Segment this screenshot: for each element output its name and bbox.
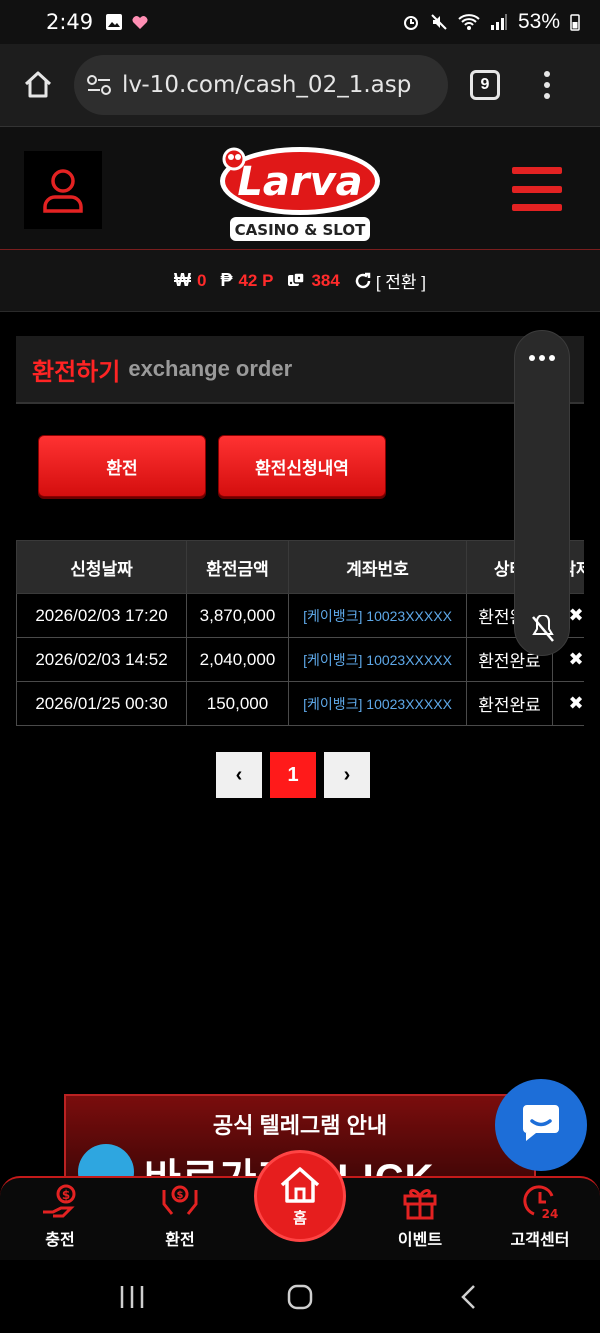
home-icon xyxy=(24,71,52,98)
col-header-amount: 환전금액 xyxy=(186,540,289,594)
mute-icon xyxy=(431,14,447,30)
battery-level: 53% xyxy=(517,10,560,33)
pagination: ‹ 1 › xyxy=(216,752,370,798)
status-bar: 2:49 53% xyxy=(0,0,600,44)
convert-button[interactable]: [ 전환 ] xyxy=(354,268,426,293)
next-page-button[interactable]: › xyxy=(324,752,370,798)
page-number-button[interactable]: 1 xyxy=(270,752,316,798)
delete-icon[interactable]: ✖ xyxy=(552,681,584,726)
nav-support[interactable]: 24 고객센터 xyxy=(490,1182,590,1250)
svg-text:$: $ xyxy=(62,1188,70,1202)
dice-icon xyxy=(288,271,306,286)
page-title-english: exchange order xyxy=(128,356,293,381)
alarm-icon xyxy=(403,16,418,30)
cell-date: 2026/01/25 00:30 xyxy=(16,681,187,726)
balance-bar: ₩ 0 ₱ 42 P 384 [ 전환 ] xyxy=(0,250,600,312)
logo-text: Larva xyxy=(237,159,362,205)
refresh-icon xyxy=(355,272,371,288)
cell-account: [케이뱅크] 10023XXXXX xyxy=(288,681,467,726)
deposit-icon: $ xyxy=(43,1184,76,1218)
nav-event[interactable]: 이벤트 xyxy=(370,1182,470,1250)
home-icon xyxy=(280,1166,320,1203)
user-icon xyxy=(43,169,83,213)
cash-balance: ₩ 0 xyxy=(173,270,207,290)
gallery-icon xyxy=(106,14,123,30)
page-title: 환전하기 exchange order xyxy=(16,336,584,404)
battery-icon xyxy=(570,14,580,31)
system-navigation-bar xyxy=(0,1260,600,1333)
browser-menu-button[interactable] xyxy=(544,71,550,99)
system-home-icon[interactable] xyxy=(286,1284,314,1310)
recent-apps-icon[interactable] xyxy=(118,1284,146,1310)
col-header-date: 신청날짜 xyxy=(16,540,187,594)
table-row: 2026/02/03 14:52 2,040,000 [케이뱅크] 10023X… xyxy=(16,637,584,682)
user-button[interactable] xyxy=(24,151,102,229)
exchange-history-table: 신청날짜 환전금액 계좌번호 상태 삭제 2026/02/03 17:20 3,… xyxy=(16,540,584,726)
banner-title: 공식 텔레그램 안내 xyxy=(212,1113,388,1138)
browser-home-button[interactable] xyxy=(18,65,58,105)
logo-subtext: CASINO & SLOT xyxy=(235,221,366,239)
support-24h-icon: 24 xyxy=(523,1185,559,1221)
browser-toolbar: lv-10.com/cash_02_1.asp 9 xyxy=(0,44,600,126)
cell-date: 2026/02/03 14:52 xyxy=(16,637,187,682)
cell-amount: 2,040,000 xyxy=(186,637,289,682)
nav-exchange[interactable]: $ 환전 xyxy=(130,1182,230,1250)
chat-icon xyxy=(523,1105,559,1141)
signal-icon xyxy=(490,14,507,30)
back-icon[interactable] xyxy=(458,1284,480,1310)
overlay-hide-icon[interactable] xyxy=(531,615,555,643)
status-time: 2:49 xyxy=(46,10,94,34)
table-row: 2026/02/03 17:20 3,870,000 [케이뱅크] 10023X… xyxy=(16,593,584,638)
heart-icon xyxy=(132,16,148,29)
cell-account: [케이뱅크] 10023XXXXX xyxy=(288,637,467,682)
wifi-icon xyxy=(458,14,480,30)
site-settings-icon[interactable] xyxy=(86,74,112,96)
cell-status: 환전완료 xyxy=(466,681,553,726)
hamburger-menu-button[interactable] xyxy=(512,167,562,211)
cell-amount: 3,870,000 xyxy=(186,593,289,638)
point-balance: ₱ 42 P xyxy=(220,270,274,290)
table-header-row: 신청날짜 환전금액 계좌번호 상태 삭제 xyxy=(16,540,584,594)
nav-home[interactable]: 홈 xyxy=(254,1150,346,1242)
svg-text:$: $ xyxy=(177,1190,184,1201)
withdraw-icon: $ xyxy=(162,1185,198,1215)
site-header: Larva CASINO & SLOT xyxy=(0,126,600,250)
site-logo[interactable]: Larva CASINO & SLOT xyxy=(212,133,388,245)
floating-overlay-panel[interactable] xyxy=(514,330,570,656)
prev-page-button[interactable]: ‹ xyxy=(216,752,262,798)
gift-icon xyxy=(403,1189,437,1220)
live-chat-button[interactable] xyxy=(495,1079,587,1171)
address-bar[interactable]: lv-10.com/cash_02_1.asp xyxy=(74,55,448,115)
tab-switcher-button[interactable]: 9 xyxy=(470,70,500,100)
exchange-history-button[interactable]: 환전신청내역 xyxy=(218,435,386,497)
url-text: lv-10.com/cash_02_1.asp xyxy=(122,72,412,98)
cell-date: 2026/02/03 17:20 xyxy=(16,593,187,638)
overlay-more-icon[interactable] xyxy=(529,355,555,361)
col-header-account: 계좌번호 xyxy=(288,540,467,594)
chip-balance: 384 xyxy=(287,271,340,291)
cell-amount: 150,000 xyxy=(186,681,289,726)
exchange-button[interactable]: 환전 xyxy=(38,435,206,497)
nav-charge[interactable]: $ 충전 xyxy=(10,1182,110,1250)
point-icon: ₱ xyxy=(220,270,233,290)
tab-count: 9 xyxy=(480,76,490,93)
svg-text:24: 24 xyxy=(542,1207,559,1221)
table-row: 2026/01/25 00:30 150,000 [케이뱅크] 10023XXX… xyxy=(16,681,584,726)
won-icon: ₩ xyxy=(173,270,191,290)
page-title-korean: 환전하기 xyxy=(32,358,121,386)
cell-account: [케이뱅크] 10023XXXXX xyxy=(288,593,467,638)
